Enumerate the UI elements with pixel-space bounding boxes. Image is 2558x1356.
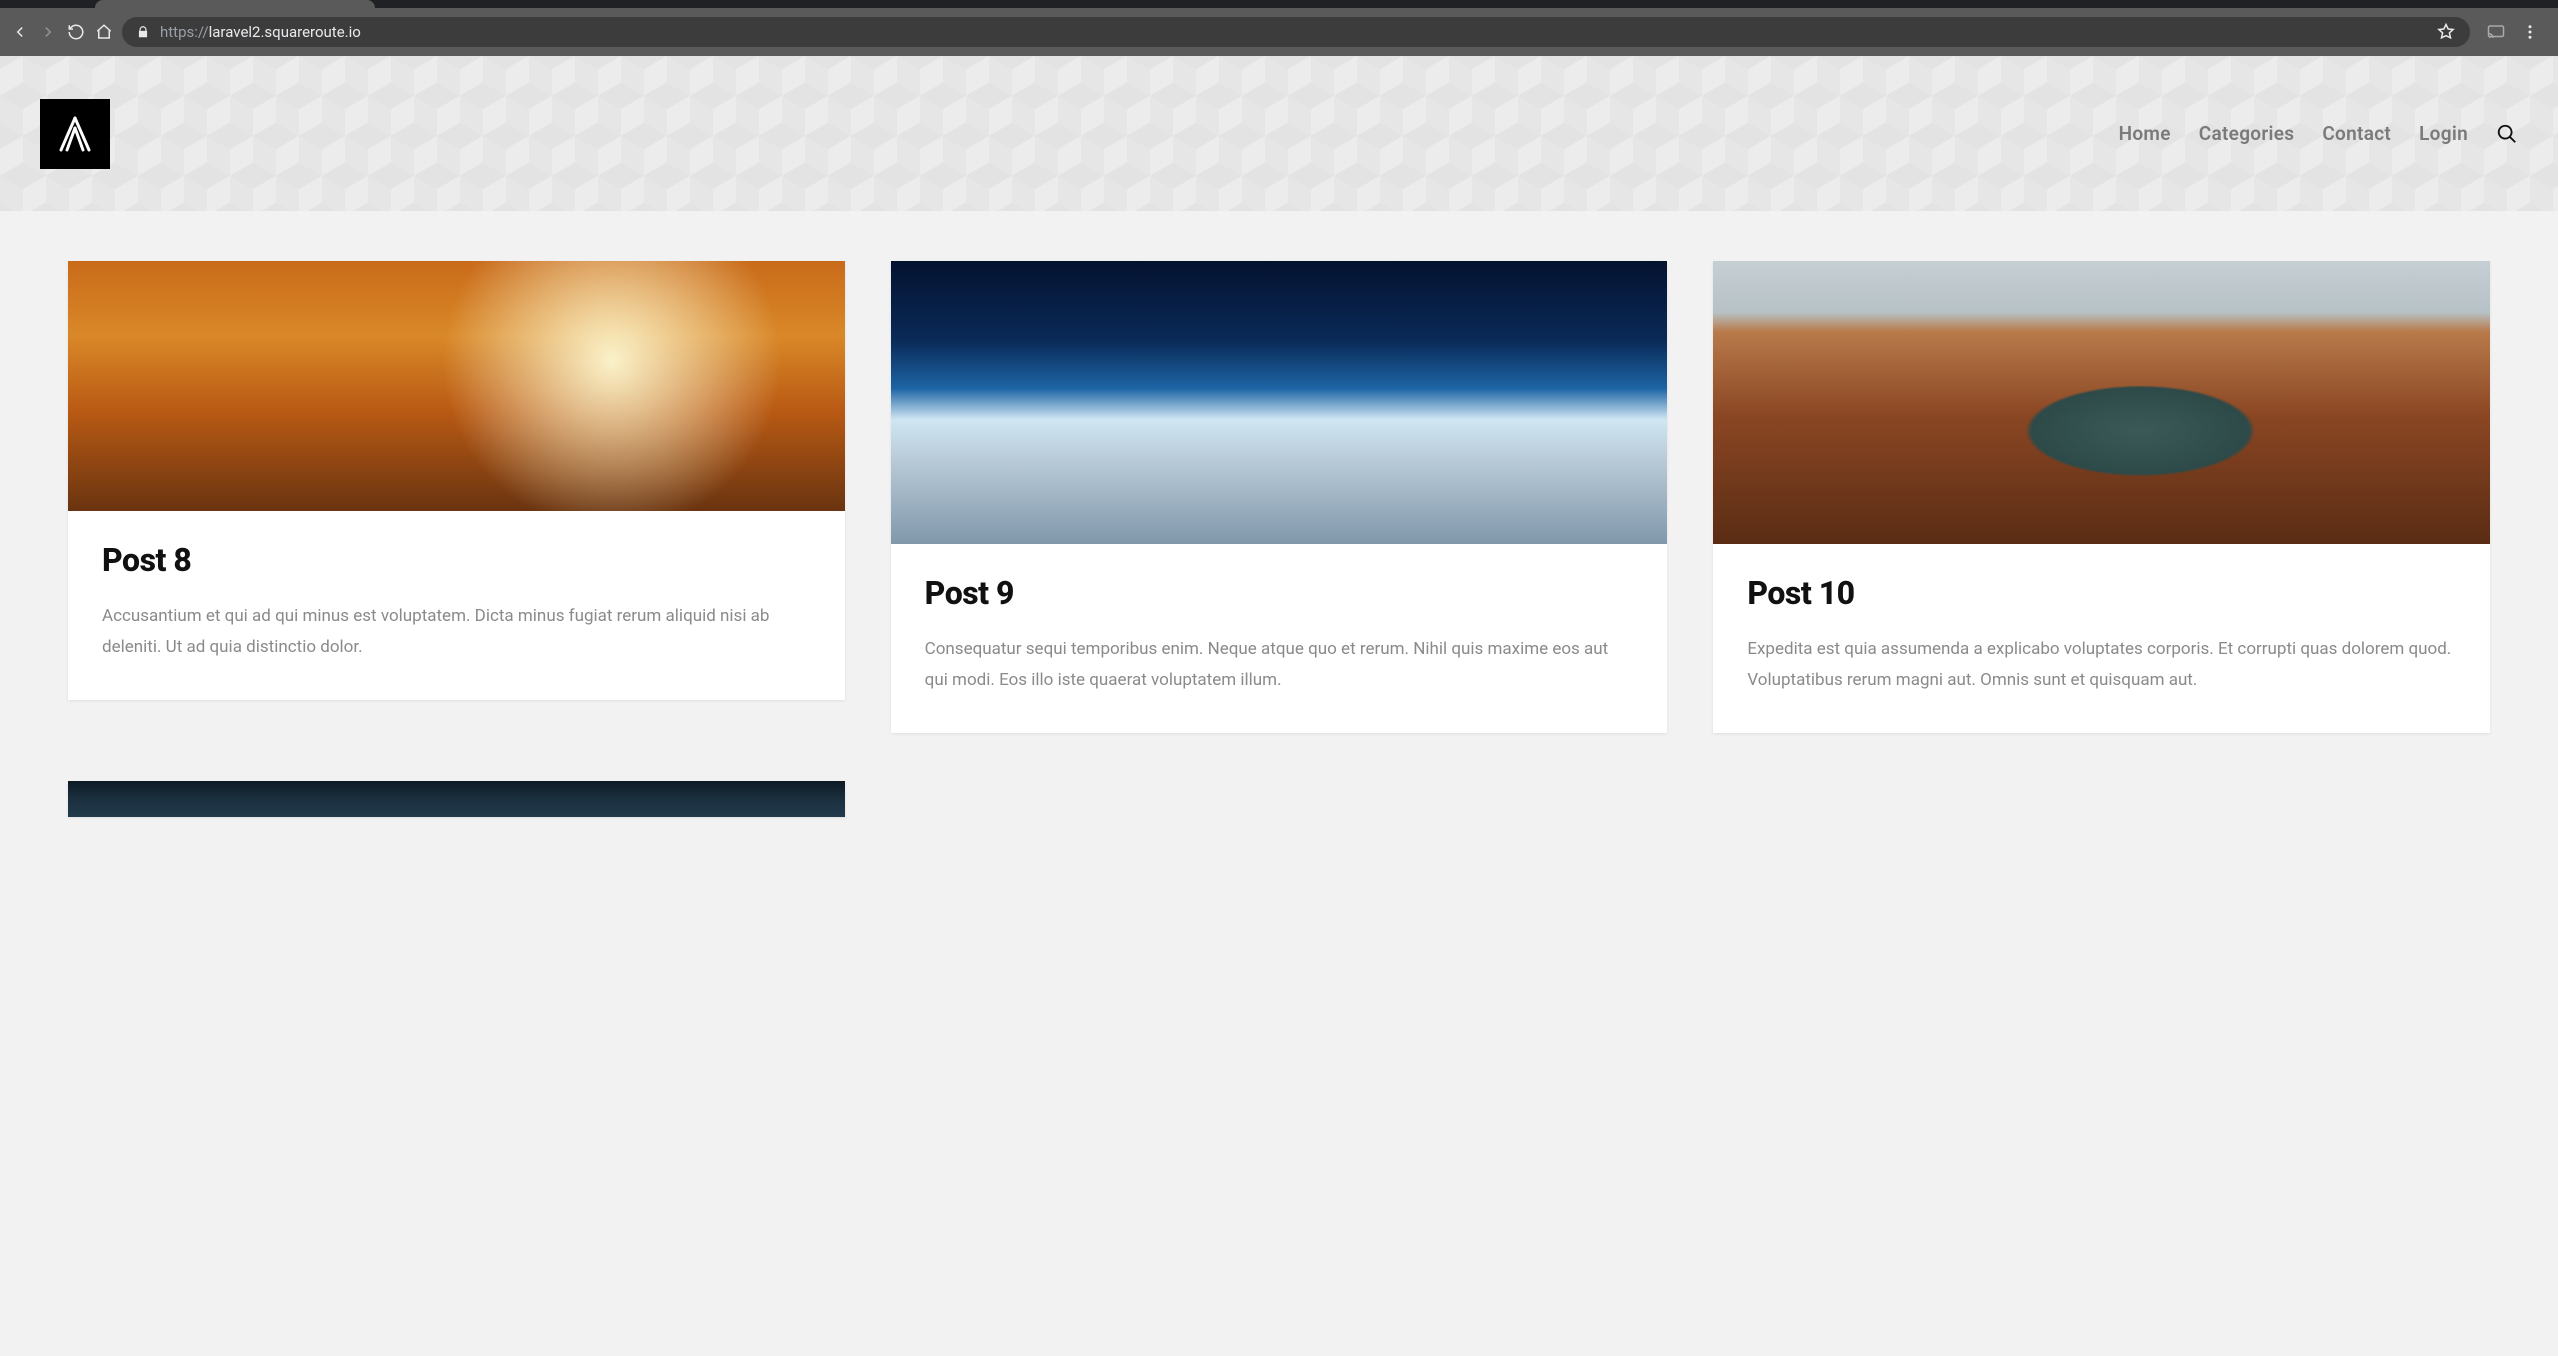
home-icon[interactable] <box>94 22 114 42</box>
page-content: Post 8 Accusantium et qui ad qui minus e… <box>0 211 2558 867</box>
post-image <box>1713 261 2490 544</box>
forward-icon <box>38 22 58 42</box>
tab-strip <box>0 0 2558 8</box>
search-icon[interactable] <box>2496 123 2518 145</box>
browser-toolbar: https://laravel2.squareroute.io <box>0 8 2558 56</box>
active-tab[interactable] <box>95 0 375 8</box>
site-logo[interactable] <box>40 99 110 169</box>
menu-icon[interactable] <box>2520 22 2540 42</box>
nav-contact[interactable]: Contact <box>2322 122 2391 145</box>
post-excerpt: Consequatur sequi temporibus enim. Neque… <box>925 634 1634 697</box>
url-scheme: https:// <box>160 23 209 41</box>
site-header: Home Categories Contact Login <box>0 56 2558 211</box>
nav-home[interactable]: Home <box>2119 122 2171 145</box>
back-icon[interactable] <box>10 22 30 42</box>
nav-categories[interactable]: Categories <box>2199 122 2295 145</box>
post-image <box>68 261 845 511</box>
post-excerpt: Accusantium et qui ad qui minus est volu… <box>102 601 811 664</box>
post-excerpt: Expedita est quia assumenda a explicabo … <box>1747 634 2456 697</box>
lock-icon <box>136 25 150 39</box>
post-card[interactable]: Post 9 Consequatur sequi temporibus enim… <box>891 261 1668 733</box>
url-host: laravel2.squareroute.io <box>209 23 361 41</box>
cast-icon[interactable] <box>2486 22 2506 42</box>
post-image <box>891 261 1668 544</box>
post-card[interactable] <box>68 781 845 817</box>
address-bar[interactable]: https://laravel2.squareroute.io <box>122 17 2470 47</box>
post-card[interactable]: Post 10 Expedita est quia assumenda a ex… <box>1713 261 2490 733</box>
star-icon[interactable] <box>2436 22 2456 42</box>
primary-nav: Home Categories Contact Login <box>2119 122 2518 145</box>
post-title: Post 9 <box>925 574 1634 612</box>
post-grid: Post 8 Accusantium et qui ad qui minus e… <box>68 261 2490 817</box>
post-title: Post 10 <box>1747 574 2456 612</box>
post-title: Post 8 <box>102 541 811 579</box>
post-card[interactable]: Post 8 Accusantium et qui ad qui minus e… <box>68 261 845 700</box>
nav-login[interactable]: Login <box>2419 122 2468 145</box>
reload-icon[interactable] <box>66 22 86 42</box>
url-text: https://laravel2.squareroute.io <box>160 23 361 41</box>
post-image <box>68 781 845 817</box>
